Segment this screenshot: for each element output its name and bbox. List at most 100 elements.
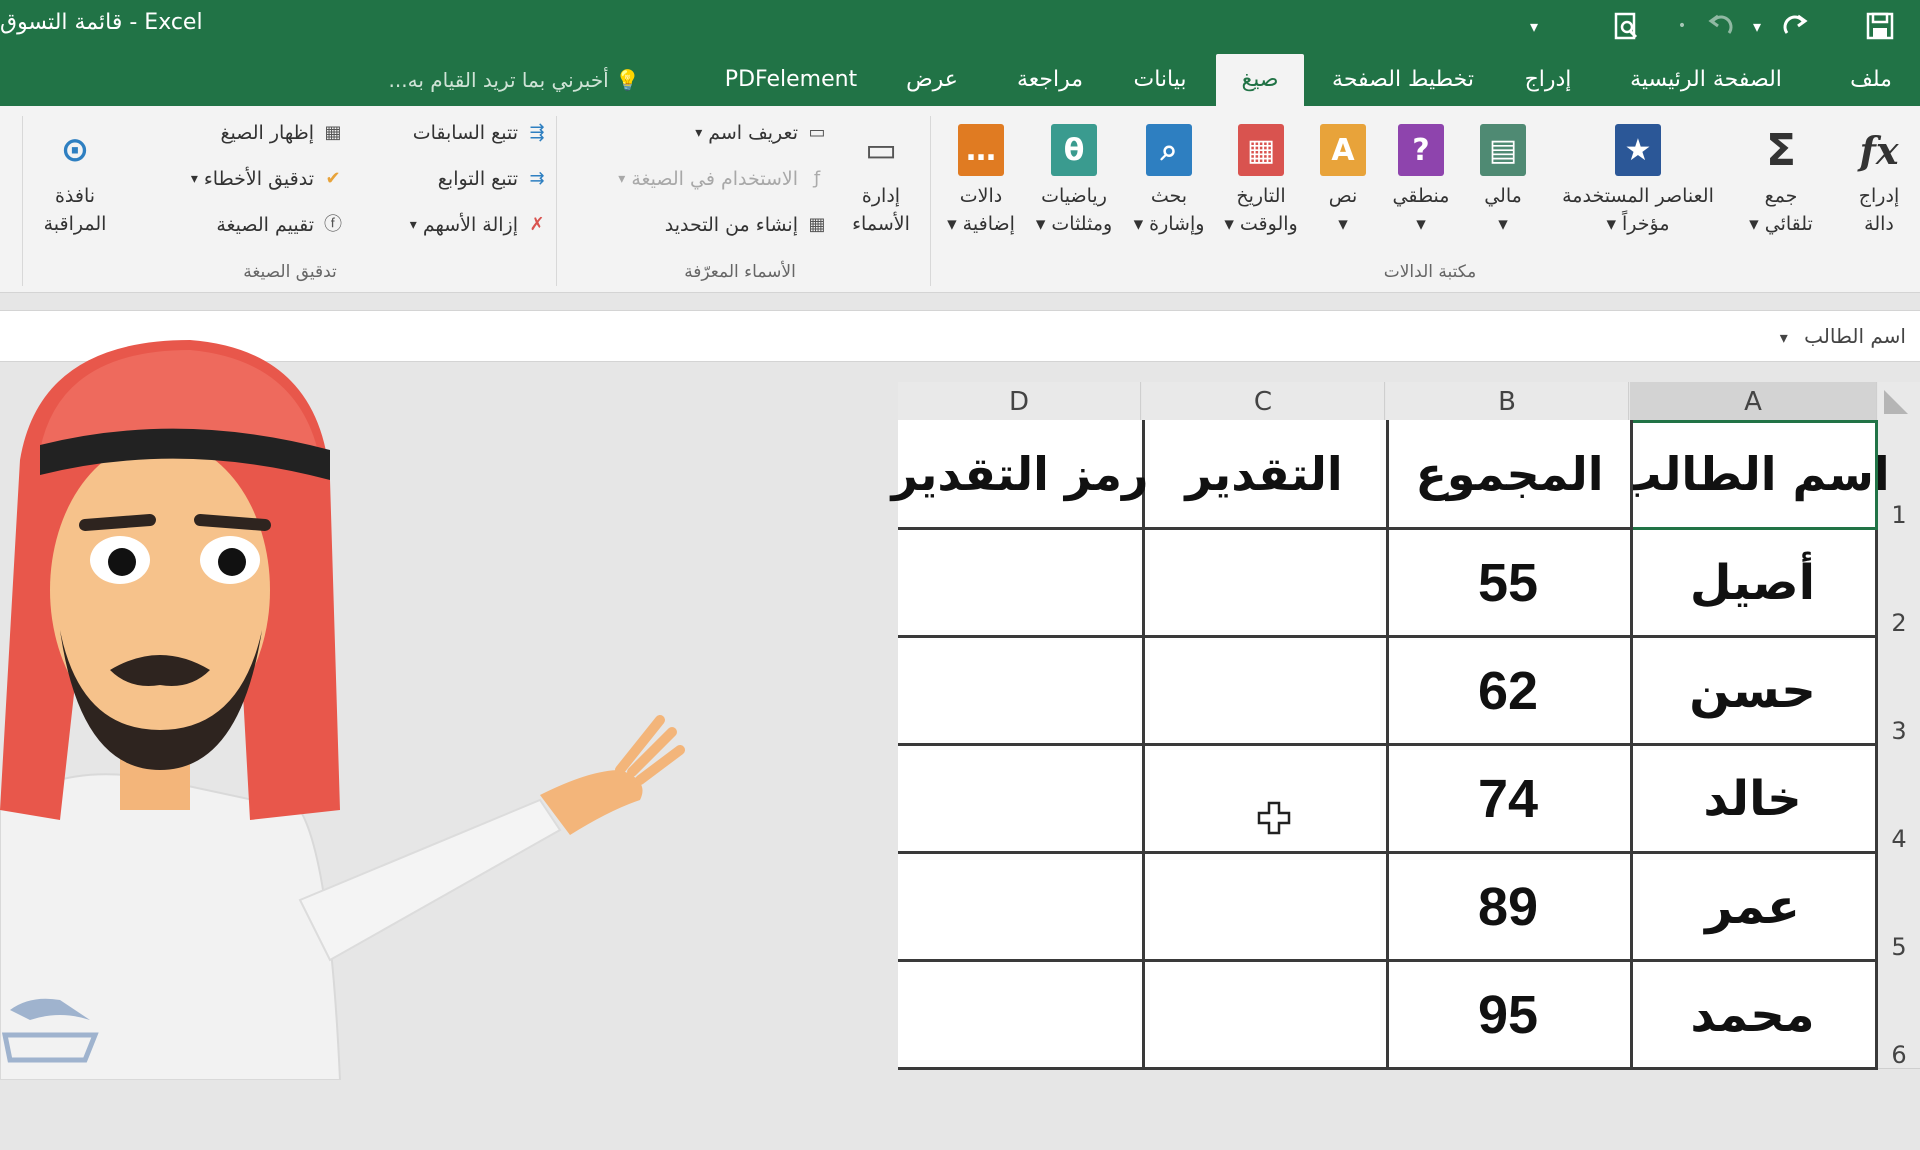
tab-page-layout[interactable]: تخطيط الصفحة — [1320, 54, 1486, 106]
cell-a5[interactable]: عمر — [1630, 854, 1878, 962]
create-from-selection-icon: ▦ — [808, 214, 826, 235]
tab-file[interactable]: ملف — [1836, 54, 1906, 106]
group-label-defined-names: الأسماء المعرّفة — [684, 262, 796, 282]
tab-home[interactable]: الصفحة الرئيسية — [1606, 54, 1806, 106]
define-name-button[interactable]: ▭ تعريف اسم ▾ — [570, 116, 830, 150]
name-manager-button[interactable]: ▭ إدارة الأسماء — [836, 116, 926, 266]
cell-d6[interactable] — [898, 962, 1145, 1070]
tell-me-search[interactable]: 💡 أخبرني بما تريد القيام به... — [380, 54, 640, 106]
cell-d3[interactable] — [898, 638, 1145, 746]
undo-icon[interactable] — [1700, 6, 1740, 46]
lightbulb-icon: 💡 — [615, 68, 640, 92]
show-formulas-button[interactable]: ▦ إظهار الصيغ — [136, 116, 346, 150]
insert-function-button[interactable]: fx إدراج دالة — [1838, 116, 1920, 266]
tab-formulas[interactable]: صيغ — [1216, 54, 1304, 106]
create-from-selection-button[interactable]: ▦ إنشاء من التحديد — [570, 208, 830, 242]
date-time-button[interactable]: ▦ التاريخ والوقت ▾ — [1218, 116, 1304, 266]
cell-b6[interactable]: 95 — [1386, 962, 1633, 1070]
text-book-icon: A — [1320, 124, 1366, 176]
cell-d2[interactable] — [898, 530, 1145, 638]
tab-data[interactable]: بيانات — [1114, 54, 1206, 106]
cell-a3[interactable]: حسن — [1630, 638, 1878, 746]
evaluate-formula-button[interactable]: ⓕ تقييم الصيغة — [136, 208, 346, 242]
date-book-icon: ▦ — [1238, 124, 1284, 176]
use-in-formula-button[interactable]: ƒ الاستخدام في الصيغة ▾ — [570, 162, 830, 196]
row-header-4[interactable]: 4 — [1878, 744, 1920, 853]
group-separator — [556, 116, 557, 286]
row-header-2[interactable]: 2 — [1878, 528, 1920, 637]
cell-d4[interactable] — [898, 746, 1145, 854]
watch-window-button[interactable]: ⊙ نافذة المراقبة — [30, 116, 120, 266]
cell-c1[interactable]: التقدير — [1142, 420, 1389, 530]
cell-c5[interactable] — [1142, 854, 1389, 962]
print-preview-icon[interactable] — [1606, 6, 1646, 46]
group-separator — [930, 116, 931, 286]
trace-dependents-button[interactable]: ⇉ تتبع التوابع — [360, 162, 550, 196]
cell-b5[interactable]: 89 — [1386, 854, 1633, 962]
remove-arrows-button[interactable]: ✗ إزالة الأسهم ▾ — [360, 208, 550, 242]
fx-icon: fx — [1859, 127, 1899, 173]
remove-arrows-icon: ✗ — [529, 214, 545, 235]
presenter-character-illustration — [0, 340, 685, 1080]
define-name-icon: ▭ — [808, 122, 826, 143]
show-formulas-icon: ▦ — [324, 122, 342, 143]
finance-book-icon: ▤ — [1480, 124, 1526, 176]
row-header-6[interactable]: 6 — [1878, 960, 1920, 1069]
cell-d5[interactable] — [898, 854, 1145, 962]
autosum-button[interactable]: Σ جمع تلقائي ▾ — [1740, 116, 1822, 266]
tab-view[interactable]: عرض — [892, 54, 972, 106]
tab-insert[interactable]: إدراج — [1506, 54, 1590, 106]
column-header-b[interactable]: B — [1386, 382, 1629, 420]
trace-precedents-icon: ⇶ — [529, 122, 545, 143]
cell-c6[interactable] — [1142, 962, 1389, 1070]
cell-b1[interactable]: المجموع — [1386, 420, 1633, 530]
use-in-formula-icon: ƒ — [813, 168, 821, 189]
channel-logo — [1, 998, 99, 1063]
cell-a1[interactable]: اسم الطالب — [1615, 420, 1890, 530]
tab-review[interactable]: مراجعة — [1000, 54, 1100, 106]
column-header-c[interactable]: C — [1142, 382, 1385, 420]
error-checking-button[interactable]: ✔ تدقيق الأخطاء ▾ — [136, 162, 346, 196]
dropdown-arrow-icon: ▾ — [618, 171, 626, 187]
row-header-5[interactable]: 5 — [1878, 852, 1920, 961]
row-header-3[interactable]: 3 — [1878, 636, 1920, 745]
cell-b2[interactable]: 55 — [1386, 530, 1633, 638]
select-all-corner[interactable] — [1878, 382, 1920, 420]
financial-button[interactable]: ▤ مالي ▾ — [1462, 116, 1544, 266]
column-header-a[interactable]: A — [1630, 382, 1877, 423]
column-header-d[interactable]: D — [898, 382, 1141, 420]
dropdown-arrow-icon: ▾ — [409, 217, 417, 233]
evaluate-formula-icon: ⓕ — [324, 214, 342, 235]
cell-c3[interactable] — [1142, 638, 1389, 746]
cell-a4[interactable]: خالد — [1630, 746, 1878, 854]
cell-a6[interactable]: محمد — [1630, 962, 1878, 1070]
more-functions-button[interactable]: … دالات إضافية ▾ — [938, 116, 1024, 266]
recently-used-button[interactable]: ★ العناصر المستخدمة مؤخراً ▾ — [1548, 116, 1728, 266]
lookup-reference-button[interactable]: ⌕ بحث وإشارة ▾ — [1126, 116, 1212, 266]
math-trig-button[interactable]: θ رياضيات ومثلثات ▾ — [1026, 116, 1122, 266]
name-box[interactable]: اسم الطالب ▾ — [1780, 319, 1906, 353]
dropdown-arrow-icon: ▾ — [190, 171, 198, 187]
group-separator — [22, 116, 23, 286]
sigma-icon: Σ — [1765, 124, 1797, 176]
cell-c2[interactable] — [1142, 530, 1389, 638]
undo-separator-icon: • — [1677, 18, 1687, 34]
cell-d1[interactable]: رمز التقدير — [892, 420, 1148, 530]
tab-pdfelement[interactable]: PDFelement — [716, 54, 866, 106]
text-button[interactable]: A نص ▾ — [1302, 116, 1384, 266]
name-manager-icon: ▭ — [864, 130, 898, 170]
undo-dropdown-icon[interactable]: ▾ — [1744, 6, 1770, 46]
customize-qat-icon[interactable]: ▾ — [1524, 6, 1544, 46]
lookup-book-icon: ⌕ — [1146, 124, 1192, 176]
math-book-icon: θ — [1051, 124, 1097, 176]
redo-icon[interactable] — [1776, 6, 1816, 46]
chevron-down-icon: ▾ — [1779, 328, 1788, 347]
cell-b3[interactable]: 62 — [1386, 638, 1633, 746]
save-icon[interactable] — [1860, 6, 1900, 46]
trace-precedents-button[interactable]: ⇶ تتبع السابقات — [360, 116, 550, 150]
cell-a2[interactable]: أصيل — [1630, 530, 1878, 638]
watch-window-icon: ⊙ — [60, 130, 90, 170]
cell-b4[interactable]: 74 — [1386, 746, 1633, 854]
more-functions-icon: … — [958, 124, 1004, 176]
logical-button[interactable]: ? منطقي ▾ — [1380, 116, 1462, 266]
